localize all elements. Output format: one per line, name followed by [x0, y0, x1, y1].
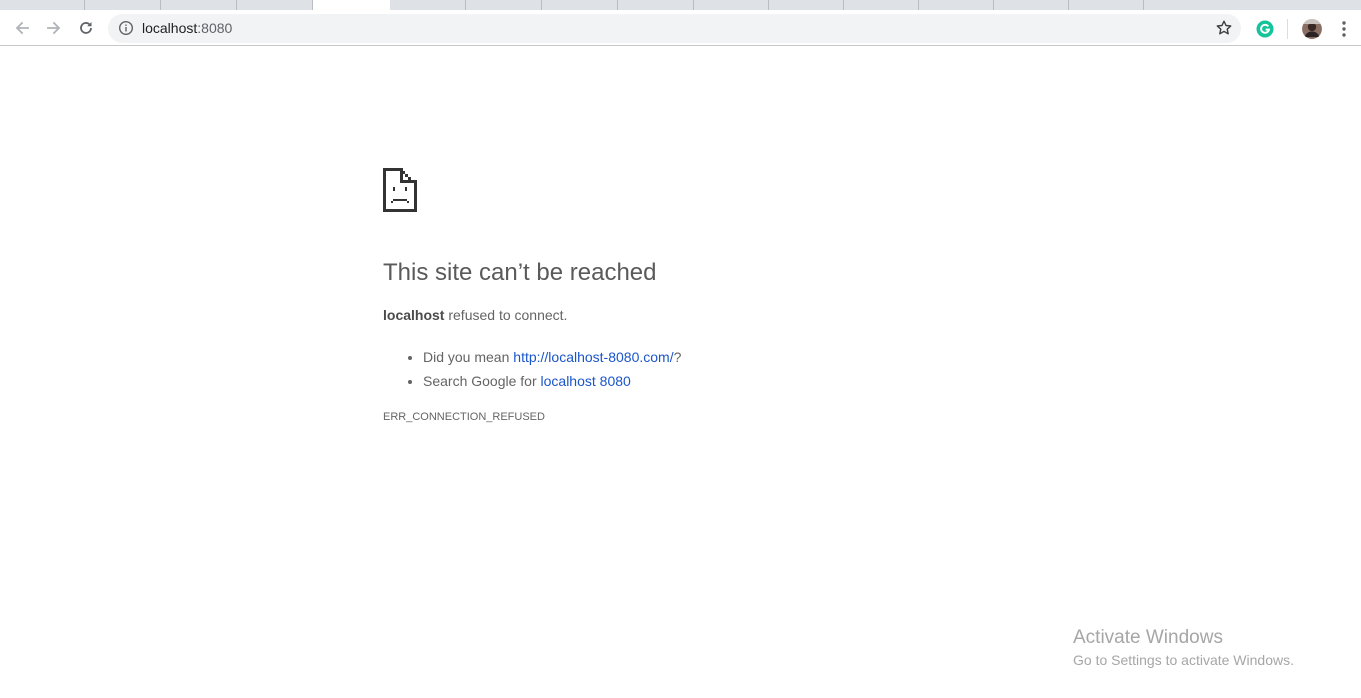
error-host: localhost — [383, 307, 445, 323]
suggestion-search: Search Google for localhost 8080 — [423, 369, 681, 393]
error-message: refused to connect. — [444, 307, 568, 323]
watermark-title: Activate Windows — [1073, 627, 1223, 648]
avatar-icon[interactable] — [1302, 19, 1322, 39]
browser-tab[interactable] — [769, 0, 844, 10]
browser-tab[interactable] — [390, 0, 466, 10]
reload-button[interactable] — [73, 15, 99, 41]
error-title: This site can’t be reached — [383, 259, 657, 286]
activate-windows-watermark: Activate Windows Go to Settings to activ… — [1073, 627, 1294, 669]
reload-icon — [80, 22, 92, 34]
three-dot-menu-icon[interactable] — [1334, 18, 1354, 40]
browser-toolbar: localhost:8080 — [0, 10, 1361, 46]
suggested-url-link[interactable]: http://localhost-8080.com/ — [513, 349, 673, 365]
star-outline-icon[interactable] — [1215, 19, 1233, 37]
browser-tab[interactable] — [618, 0, 694, 10]
address-bar[interactable]: localhost:8080 — [108, 14, 1241, 43]
grammarly-g-icon[interactable] — [1256, 20, 1274, 38]
error-summary: localhost refused to connect. — [383, 306, 567, 324]
search-prefix: Search Google for — [423, 373, 541, 389]
browser-tab[interactable] — [542, 0, 618, 10]
info-circle-icon[interactable] — [118, 20, 134, 36]
browser-tab[interactable] — [844, 0, 919, 10]
suggestion-did-you-mean: Did you mean http://localhost-8080.com/? — [423, 345, 681, 369]
browser-tab[interactable] — [85, 0, 161, 10]
suggestions-list: Did you mean http://localhost-8080.com/?… — [383, 345, 681, 393]
browser-tab[interactable] — [237, 0, 313, 10]
arrow-right-icon — [47, 21, 61, 35]
error-code: ERR_CONNECTION_REFUSED — [383, 411, 545, 423]
watermark-subtitle: Go to Settings to activate Windows. — [1073, 652, 1294, 668]
url-port: :8080 — [197, 20, 233, 36]
browser-tab[interactable] — [466, 0, 542, 10]
back-button[interactable] — [9, 15, 35, 41]
sad-page-icon — [383, 168, 417, 212]
tab-strip — [0, 0, 1361, 10]
suggestion-suffix: ? — [673, 349, 682, 365]
forward-button[interactable] — [41, 15, 67, 41]
browser-tab[interactable] — [994, 0, 1069, 10]
browser-tab[interactable] — [161, 0, 237, 10]
browser-tab[interactable] — [919, 0, 994, 10]
browser-tab[interactable] — [1069, 0, 1144, 10]
url-host: localhost — [142, 20, 198, 36]
search-google-link[interactable]: localhost 8080 — [541, 373, 631, 389]
browser-tab-active[interactable] — [313, 0, 390, 10]
browser-tab[interactable] — [0, 0, 85, 10]
url-text[interactable]: localhost:8080 — [142, 20, 232, 37]
arrow-left-icon — [15, 21, 29, 35]
suggestion-prefix: Did you mean — [423, 349, 514, 365]
toolbar-divider — [1287, 19, 1288, 39]
browser-tab[interactable] — [694, 0, 769, 10]
